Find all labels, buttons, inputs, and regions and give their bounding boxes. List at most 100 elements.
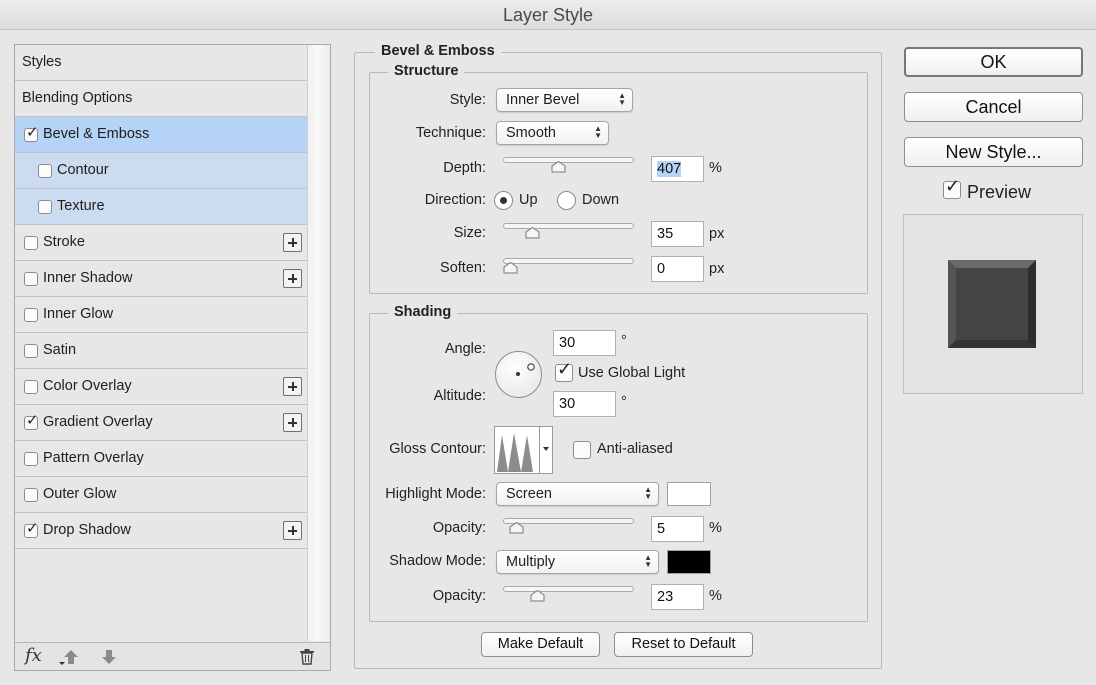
preview-tile [948,260,1036,348]
depth-slider[interactable] [503,157,634,163]
style-item-checkbox[interactable] [24,380,38,394]
highlight-opacity-slider-thumb[interactable] [509,522,524,534]
style-item-checkbox[interactable] [24,236,38,250]
preview-label[interactable]: Preview [967,182,1031,203]
highlight-opacity-unit: % [709,520,722,536]
shading-group [369,313,868,622]
style-item-checkbox[interactable] [38,200,52,214]
gloss-contour-label: Gloss Contour: [389,441,486,457]
technique-label: Technique: [415,125,486,141]
preview-checkbox[interactable]: ✓ [943,177,961,199]
gloss-contour-curve-icon [497,433,533,472]
altitude-unit: ° [621,394,627,410]
soften-unit: px [709,261,725,277]
shadow-color-swatch[interactable] [667,550,711,574]
style-item-label: Gradient Overlay [43,414,153,430]
size-slider[interactable] [503,223,634,229]
shadow-opacity-slider-thumb[interactable] [530,590,545,602]
style-item-texture[interactable]: Texture [15,189,307,225]
depth-value: 407 [657,161,682,177]
technique-select-value: Smooth [506,125,556,141]
checkmark-icon: ✓ [26,412,39,429]
highlight-mode-select[interactable]: Screen ▲ ▼ [496,482,659,506]
size-input[interactable]: 35 [651,221,704,247]
checkmark-icon: ✓ [26,124,39,141]
technique-select[interactable]: Smooth ▲ ▼ [496,121,609,145]
style-item-outer-glow[interactable]: Outer Glow [15,477,307,513]
style-item-satin[interactable]: Satin [15,333,307,369]
style-item-color-overlay[interactable]: Color Overlay [15,369,307,405]
shadow-mode-label: Shadow Mode: [389,553,486,569]
shadow-opacity-input[interactable]: 23 [651,584,704,610]
cancel-button[interactable]: Cancel [904,92,1083,122]
style-item-label: Outer Glow [43,486,117,502]
anti-aliased-label[interactable]: Anti-aliased [597,441,673,457]
style-item-inner-shadow[interactable]: Inner Shadow [15,261,307,297]
ok-button[interactable]: OK [904,47,1083,77]
checkmark-icon: ✓ [26,520,39,537]
add-effect-plus-icon[interactable] [283,269,302,288]
style-item-inner-glow[interactable]: Inner Glow [15,297,307,333]
trash-icon[interactable] [299,648,315,665]
shadow-opacity-label: Opacity: [432,588,486,604]
style-item-checkbox[interactable] [38,164,52,178]
direction-label: Direction: [424,192,486,208]
style-item-checkbox[interactable]: ✓ [24,124,39,142]
style-item-checkbox[interactable]: ✓ [24,520,39,538]
styles-list-scrollbar[interactable] [307,45,330,641]
style-item-gradient-overlay[interactable]: ✓ Gradient Overlay [15,405,307,441]
fx-icon[interactable]: fx [25,645,42,666]
add-effect-plus-icon[interactable] [283,521,302,540]
style-item-bevel-emboss[interactable]: ✓ Bevel & Emboss [15,117,307,153]
style-item-checkbox[interactable] [24,488,38,502]
size-slider-thumb[interactable] [525,227,540,239]
select-arrows-icon: ▲ ▼ [644,485,652,501]
checkmark-icon: ✓ [557,359,573,379]
shadow-opacity-slider[interactable] [503,586,634,592]
style-item-pattern-overlay[interactable]: Pattern Overlay [15,441,307,477]
shadow-mode-select[interactable]: Multiply ▲ ▼ [496,550,659,574]
add-effect-plus-icon[interactable] [283,377,302,396]
angle-input[interactable]: 30 [553,330,616,356]
direction-up-label[interactable]: Up [519,192,538,208]
altitude-label: Altitude: [433,388,486,404]
style-select[interactable]: Inner Bevel ▲ ▼ [496,88,633,112]
style-item-blending-options[interactable]: Blending Options [15,81,307,117]
style-item-drop-shadow[interactable]: ✓ Drop Shadow [15,513,307,549]
anti-aliased-checkbox[interactable] [573,441,591,459]
style-item-checkbox[interactable] [24,272,38,286]
altitude-input[interactable]: 30 [553,391,616,417]
move-up-icon[interactable] [63,649,79,665]
depth-slider-thumb[interactable] [551,161,566,173]
direction-up-radio[interactable] [494,191,513,210]
depth-input[interactable]: 407 [651,156,704,182]
new-style-button[interactable]: New Style... [904,137,1083,167]
move-down-icon[interactable] [101,649,117,665]
soften-input[interactable]: 0 [651,256,704,282]
use-global-light-label[interactable]: Use Global Light [578,365,685,381]
style-item-checkbox[interactable] [24,452,38,466]
style-item-checkbox[interactable]: ✓ [24,412,39,430]
soften-slider[interactable] [503,258,634,264]
style-item-styles[interactable]: Styles [15,45,307,81]
add-effect-plus-icon[interactable] [283,233,302,252]
soften-slider-thumb[interactable] [503,262,518,274]
select-arrows-icon: ▲ ▼ [594,124,602,140]
use-global-light-checkbox[interactable]: ✓ [555,359,573,382]
make-default-button[interactable]: Make Default [481,632,600,657]
angle-dial[interactable] [494,350,543,399]
direction-down-label[interactable]: Down [582,192,619,208]
highlight-opacity-input[interactable]: 5 [651,516,704,542]
style-item-stroke[interactable]: Stroke [15,225,307,261]
bevel-emboss-title: Bevel & Emboss [375,43,501,59]
add-effect-plus-icon[interactable] [283,413,302,432]
highlight-color-swatch[interactable] [667,482,711,506]
gloss-contour-dropdown-icon[interactable] [539,427,552,473]
style-item-contour[interactable]: Contour [15,153,307,189]
style-item-checkbox[interactable] [24,308,38,322]
reset-to-default-button[interactable]: Reset to Default [614,632,753,657]
gloss-contour-picker[interactable] [494,426,553,474]
soften-label: Soften: [440,260,486,276]
style-item-checkbox[interactable] [24,344,38,358]
direction-down-radio[interactable] [557,191,576,210]
